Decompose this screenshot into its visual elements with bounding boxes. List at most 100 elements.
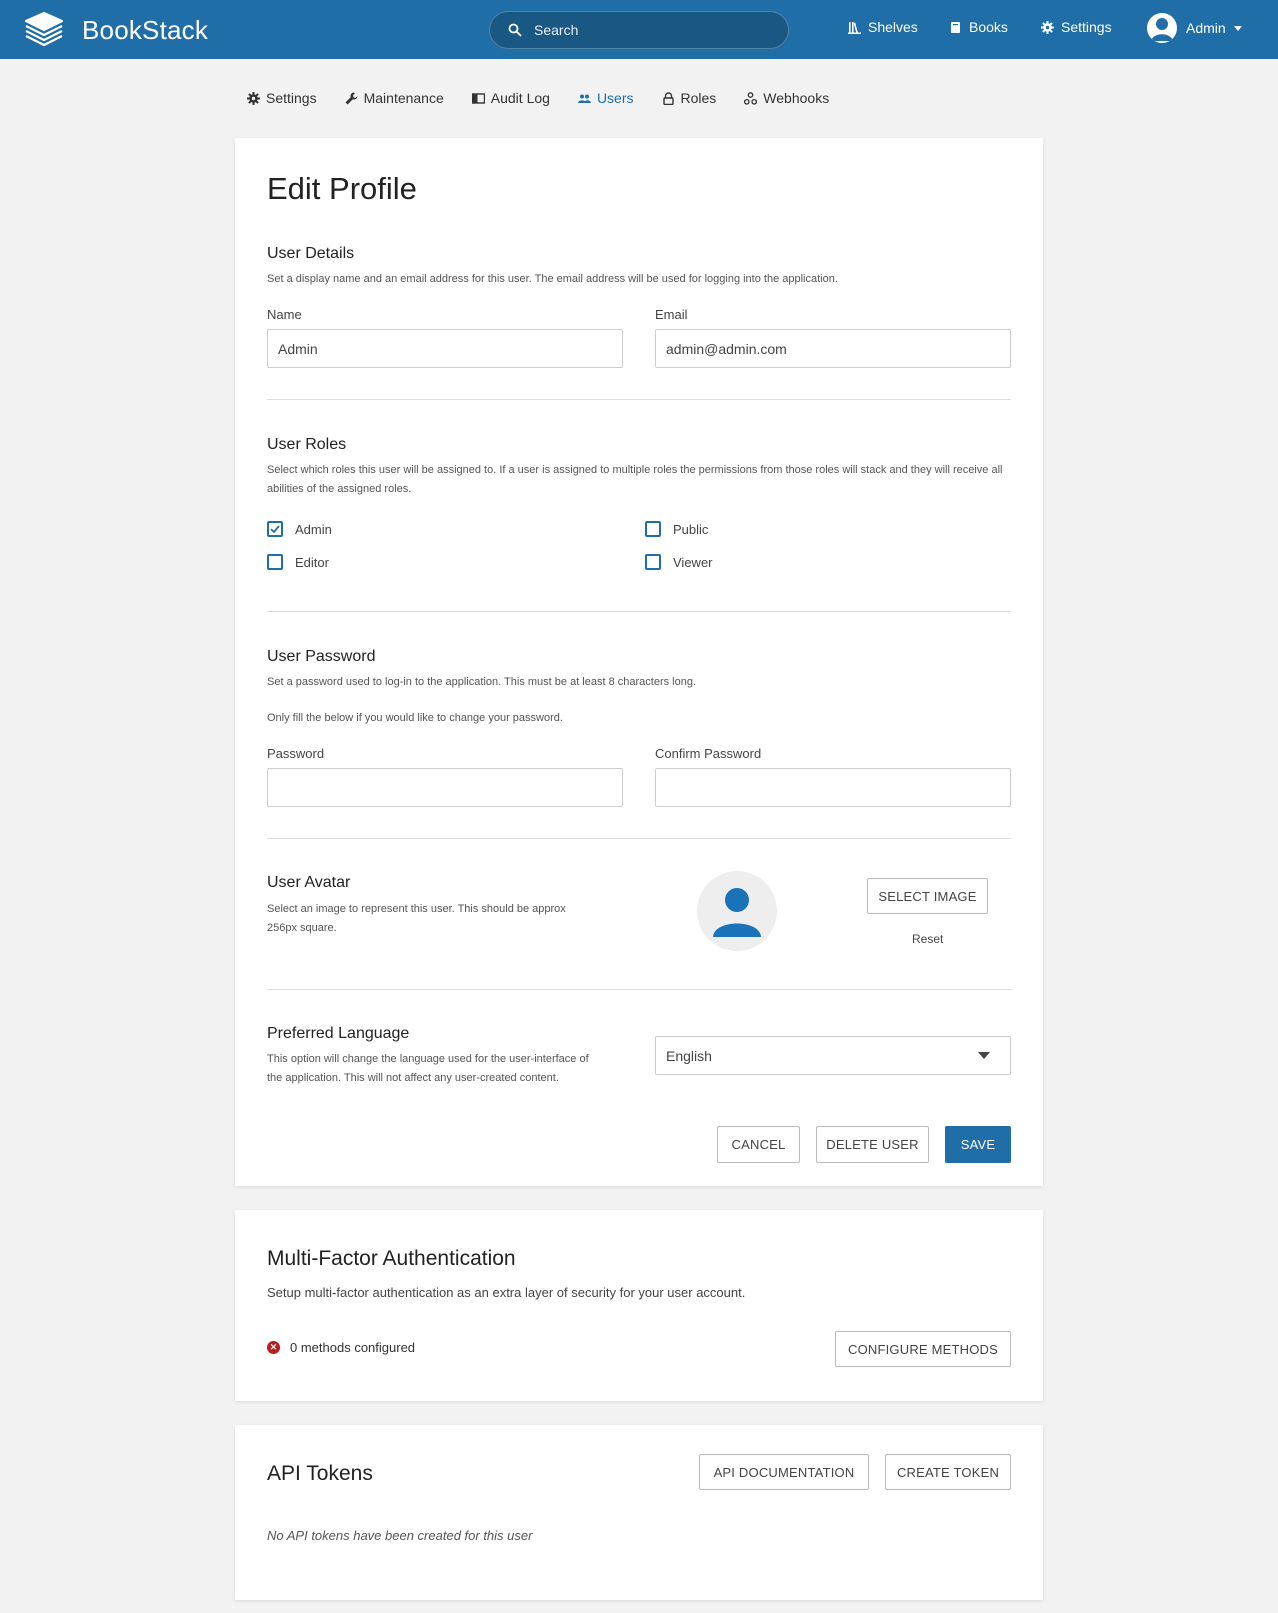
- app-logo[interactable]: BookStack: [23, 10, 208, 50]
- wrench-icon: [345, 91, 358, 104]
- user-password-note: Only fill the below if you would like to…: [267, 712, 563, 724]
- save-button[interactable]: Save: [945, 1126, 1011, 1163]
- api-documentation-button[interactable]: API Documentation: [699, 1454, 869, 1490]
- create-token-button[interactable]: Create Token: [885, 1454, 1011, 1490]
- api-tokens-title: API Tokens: [267, 1462, 373, 1485]
- mfa-status: ✕ 0 methods configured: [267, 1340, 415, 1355]
- nav-settings-label: Settings: [1061, 19, 1112, 35]
- divider: [267, 838, 1011, 839]
- role-label: Public: [673, 521, 709, 537]
- checkbox-unchecked[interactable]: [645, 554, 661, 570]
- avatar: [1147, 13, 1177, 43]
- mfa-title: Multi-Factor Authentication: [267, 1247, 516, 1270]
- nav-shelves-label: Shelves: [868, 19, 918, 35]
- checkmark-icon: [270, 525, 280, 534]
- no-tokens-message: No API tokens have been created for this…: [267, 1528, 533, 1543]
- user-roles-description: Select which roles this user will be ass…: [267, 464, 1003, 495]
- checkbox-unchecked[interactable]: [267, 554, 283, 570]
- bookstack-logo-icon: [24, 11, 64, 47]
- search-box[interactable]: [489, 11, 789, 49]
- password-input[interactable]: [267, 768, 623, 807]
- tab-label: Settings: [266, 90, 317, 106]
- tab-audit-log[interactable]: Audit Log: [471, 90, 550, 106]
- role-editor-checkbox[interactable]: Editor: [267, 554, 329, 570]
- mfa-status-text: 0 methods configured: [290, 1340, 416, 1355]
- role-viewer-checkbox[interactable]: Viewer: [645, 554, 713, 570]
- chevron-down-icon: [978, 1052, 990, 1059]
- search-icon: [508, 23, 522, 37]
- user-icon: [713, 888, 761, 937]
- email-input[interactable]: [655, 329, 1011, 368]
- user-password-title: User Password: [267, 648, 376, 665]
- name-label: Name: [267, 307, 302, 322]
- password-label: Password: [267, 746, 325, 761]
- search-input[interactable]: [534, 22, 764, 38]
- user-details-description: Set a display name and an email address …: [267, 273, 838, 285]
- preferred-language-title: Preferred Language: [267, 1025, 410, 1042]
- confirm-password-input[interactable]: [655, 768, 1011, 807]
- divider: [267, 989, 1011, 990]
- role-label: Admin: [295, 521, 332, 537]
- mfa-description: Setup multi-factor authentication as an …: [267, 1285, 746, 1300]
- lock-icon: [662, 91, 674, 105]
- book-icon: [951, 21, 960, 33]
- gear-icon: [1041, 20, 1054, 34]
- tab-settings[interactable]: Settings: [247, 90, 317, 106]
- user-icon: [1151, 18, 1173, 41]
- language-select[interactable]: English: [655, 1036, 1011, 1075]
- preferred-language-description-line1: This option will change the language use…: [267, 1053, 589, 1065]
- nav-books-label: Books: [969, 19, 1008, 35]
- role-admin-checkbox[interactable]: Admin: [267, 521, 332, 537]
- confirm-password-label: Confirm Password: [655, 746, 762, 761]
- user-avatar-title: User Avatar: [267, 874, 351, 891]
- language-selected-value: English: [666, 1047, 712, 1064]
- reset-avatar-link[interactable]: Reset: [912, 932, 943, 946]
- name-input[interactable]: [267, 329, 623, 368]
- delete-user-button[interactable]: Delete User: [816, 1126, 929, 1163]
- role-public-checkbox[interactable]: Public: [645, 521, 708, 537]
- api-tokens-card: API Tokens API Documentation Create Toke…: [235, 1425, 1043, 1600]
- tab-roles[interactable]: Roles: [662, 90, 717, 106]
- tab-label: Roles: [680, 90, 717, 106]
- user-details-title: User Details: [267, 245, 355, 262]
- checkbox-checked[interactable]: [267, 521, 283, 537]
- role-label: Editor: [295, 554, 329, 570]
- nav-settings[interactable]: Settings: [1041, 19, 1112, 35]
- tab-label: Maintenance: [363, 90, 444, 106]
- tab-webhooks[interactable]: Webhooks: [744, 90, 829, 106]
- user-password-description: Set a password used to log-in to the app…: [267, 676, 697, 688]
- page-title: Edit Profile: [267, 171, 417, 206]
- book-open-icon: [471, 92, 485, 104]
- user-avatar-description-line2: 256px square.: [267, 922, 337, 934]
- tab-maintenance[interactable]: Maintenance: [345, 90, 444, 106]
- edit-profile-card: Edit Profile User Details Set a display …: [235, 138, 1043, 1186]
- checkbox-unchecked[interactable]: [645, 521, 661, 537]
- tab-label: Audit Log: [490, 90, 550, 106]
- webhook-icon: [744, 91, 758, 105]
- user-menu[interactable]: Admin: [1147, 13, 1242, 43]
- tab-users[interactable]: Users: [577, 90, 634, 106]
- nav-books[interactable]: Books: [949, 19, 1008, 35]
- user-avatar-description-line1: Select an image to represent this user. …: [267, 903, 566, 915]
- app-name: BookStack: [82, 14, 209, 45]
- divider: [267, 399, 1011, 400]
- nav-shelves[interactable]: Shelves: [848, 19, 918, 35]
- role-label: Viewer: [673, 554, 713, 570]
- preferred-language-description-line2: the application. This will not affect an…: [267, 1072, 559, 1084]
- mfa-card: Multi-Factor Authentication Setup multi-…: [235, 1210, 1043, 1401]
- cancel-button[interactable]: Cancel: [717, 1126, 800, 1163]
- divider: [267, 611, 1011, 612]
- tab-label: Webhooks: [763, 90, 830, 106]
- configure-methods-button[interactable]: Configure Methods: [835, 1331, 1011, 1367]
- email-label: Email: [655, 307, 688, 322]
- users-icon: [577, 94, 591, 103]
- top-header: BookStack Shelves Books Settings: [0, 0, 1278, 59]
- tab-label: Users: [596, 90, 634, 106]
- settings-tabs: Settings Maintenance Audit Log Users Rol…: [247, 90, 857, 106]
- select-image-button[interactable]: Select Image: [867, 878, 988, 914]
- gear-icon: [247, 91, 260, 105]
- user-name: Admin: [1186, 20, 1226, 36]
- shelves-icon: [848, 21, 861, 34]
- chevron-down-icon: [1233, 25, 1242, 31]
- error-icon: ✕: [267, 1341, 280, 1354]
